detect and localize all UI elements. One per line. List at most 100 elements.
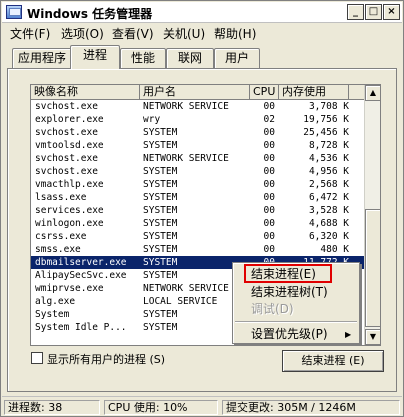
- cpu-cell: 00: [263, 127, 275, 138]
- process-name-cell: svchost.exe: [35, 101, 98, 112]
- cpu-cell: 00: [263, 140, 275, 151]
- process-name-cell: svchost.exe: [35, 153, 98, 164]
- memory-cell: 4,688 K: [308, 218, 349, 229]
- memory-cell: 3,528 K: [308, 205, 349, 216]
- window-title: Windows 任务管理器: [27, 7, 153, 21]
- memory-cell: 3,708 K: [308, 101, 349, 112]
- process-name-cell: alg.exe: [35, 296, 76, 307]
- process-name-cell: smss.exe: [35, 244, 81, 255]
- memory-cell: 2,568 K: [308, 179, 349, 190]
- memory-cell: 19,756 K: [303, 114, 349, 125]
- user-name-cell: SYSTEM: [143, 192, 178, 203]
- end-process-button[interactable]: 结束进程 (E): [282, 350, 384, 372]
- memory-cell: 6,320 K: [308, 231, 349, 242]
- scrollbar-thumb[interactable]: [365, 209, 380, 327]
- cpu-cell: 00: [263, 166, 275, 177]
- table-row[interactable]: lsass.exe SYSTEM 00 6,472 K: [31, 191, 366, 204]
- cpu-cell: 00: [263, 231, 275, 242]
- table-row[interactable]: explorer.exe wry 02 19,756 K: [31, 113, 366, 126]
- scroll-up-icon[interactable]: ▲: [365, 85, 380, 101]
- highlight-annotation-box: [244, 264, 332, 283]
- user-name-cell: SYSTEM: [143, 127, 178, 138]
- table-row[interactable]: csrss.exe SYSTEM 00 6,320 K: [31, 230, 366, 243]
- submenu-arrow-icon: ▶: [345, 330, 352, 339]
- user-name-cell: SYSTEM: [143, 231, 178, 242]
- status-cpu-usage: CPU 使用: 10%: [104, 400, 218, 415]
- process-name-cell: System Idle P...: [35, 322, 127, 333]
- cpu-cell: 00: [263, 153, 275, 164]
- memory-cell: 480 K: [320, 244, 349, 255]
- table-row[interactable]: services.exe SYSTEM 00 3,528 K: [31, 204, 366, 217]
- maximize-button[interactable]: □: [365, 4, 382, 20]
- process-name-cell: svchost.exe: [35, 127, 98, 138]
- menu-help[interactable]: 帮助(H): [214, 25, 256, 42]
- status-process-count: 进程数: 38: [4, 400, 100, 415]
- show-all-users-label[interactable]: 显示所有用户的进程 (S): [47, 351, 165, 367]
- column-image-name[interactable]: 映像名称: [31, 85, 140, 100]
- table-row[interactable]: smss.exe SYSTEM 00 480 K: [31, 243, 366, 256]
- table-row[interactable]: vmtoolsd.exe SYSTEM 00 8,728 K: [31, 139, 366, 152]
- process-name-cell: vmtoolsd.exe: [35, 140, 104, 151]
- user-name-cell: NETWORK SERVICE: [143, 101, 229, 112]
- column-cpu[interactable]: CPU: [250, 85, 279, 100]
- title-bar[interactable]: Windows 任务管理器 _ □ ×: [2, 2, 402, 23]
- cpu-cell: 02: [263, 114, 275, 125]
- task-manager-window: Windows 任务管理器 _ □ × 文件(F) 选项(O) 查看(V) 关机…: [0, 0, 404, 417]
- user-name-cell: SYSTEM: [143, 166, 178, 177]
- process-name-cell: services.exe: [35, 205, 104, 216]
- user-name-cell: SYSTEM: [143, 218, 178, 229]
- tab-performance[interactable]: 性能: [120, 48, 166, 68]
- user-name-cell: SYSTEM: [143, 205, 178, 216]
- user-name-cell: SYSTEM: [143, 244, 178, 255]
- ctx-debug: 调试(D): [251, 302, 294, 316]
- menu-options[interactable]: 选项(O): [61, 25, 104, 42]
- table-row[interactable]: svchost.exe NETWORK SERVICE 00 4,536 K: [31, 152, 366, 165]
- column-memory[interactable]: 内存使用: [279, 85, 349, 100]
- process-name-cell: dbmailserver.exe: [35, 257, 127, 268]
- process-name-cell: System: [35, 309, 70, 320]
- cpu-cell: 00: [263, 192, 275, 203]
- process-name-cell: explorer.exe: [35, 114, 104, 125]
- process-name-cell: winlogon.exe: [35, 218, 104, 229]
- process-name-cell: wmiprvse.exe: [35, 283, 104, 294]
- process-name-cell: csrss.exe: [35, 231, 87, 242]
- status-commit-charge: 提交更改: 305M / 1246M: [222, 400, 400, 415]
- user-name-cell: SYSTEM: [143, 140, 178, 151]
- memory-cell: 8,728 K: [308, 140, 349, 151]
- menu-bar: 文件(F) 选项(O) 查看(V) 关机(U) 帮助(H): [2, 23, 402, 42]
- tab-users[interactable]: 用户: [214, 48, 260, 68]
- user-name-cell: NETWORK SERVICE: [143, 153, 229, 164]
- menu-shutdown[interactable]: 关机(U): [163, 25, 205, 42]
- memory-cell: 4,956 K: [308, 166, 349, 177]
- process-list-header: 映像名称 用户名 CPU 内存使用: [31, 85, 366, 100]
- show-all-users-checkbox[interactable]: [31, 352, 43, 364]
- minimize-button[interactable]: _: [347, 4, 364, 20]
- process-name-cell: svchost.exe: [35, 166, 98, 177]
- table-row[interactable]: svchost.exe NETWORK SERVICE 00 3,708 K: [31, 100, 366, 113]
- ctx-end-process-tree[interactable]: 结束进程树(T): [251, 284, 328, 300]
- tab-networking[interactable]: 联网: [166, 48, 214, 68]
- user-name-cell: SYSTEM: [143, 179, 178, 190]
- tab-applications[interactable]: 应用程序: [12, 48, 72, 68]
- cpu-cell: 00: [263, 244, 275, 255]
- task-manager-app-icon: [6, 5, 22, 19]
- vertical-scrollbar[interactable]: ▲ ▼: [364, 85, 380, 345]
- memory-cell: 25,456 K: [303, 127, 349, 138]
- table-row[interactable]: svchost.exe SYSTEM 00 4,956 K: [31, 165, 366, 178]
- column-user-name[interactable]: 用户名: [140, 85, 250, 100]
- table-row[interactable]: svchost.exe SYSTEM 00 25,456 K: [31, 126, 366, 139]
- process-name-cell: AlipaySecSvc.exe: [35, 270, 127, 281]
- menu-view[interactable]: 查看(V): [112, 25, 154, 42]
- scroll-down-icon[interactable]: ▼: [365, 329, 380, 345]
- table-row[interactable]: winlogon.exe SYSTEM 00 4,688 K: [31, 217, 366, 230]
- ctx-set-priority[interactable]: 设置优先级(P): [251, 326, 328, 342]
- ctx-separator: [235, 321, 357, 323]
- process-name-cell: vmacthlp.exe: [35, 179, 104, 190]
- user-name-cell: wry: [143, 114, 161, 125]
- table-row[interactable]: vmacthlp.exe SYSTEM 00 2,568 K: [31, 178, 366, 191]
- cpu-cell: 00: [263, 179, 275, 190]
- cpu-cell: 00: [263, 218, 275, 229]
- tab-processes[interactable]: 进程: [70, 45, 120, 69]
- menu-file[interactable]: 文件(F): [10, 25, 50, 42]
- close-button[interactable]: ×: [383, 4, 400, 20]
